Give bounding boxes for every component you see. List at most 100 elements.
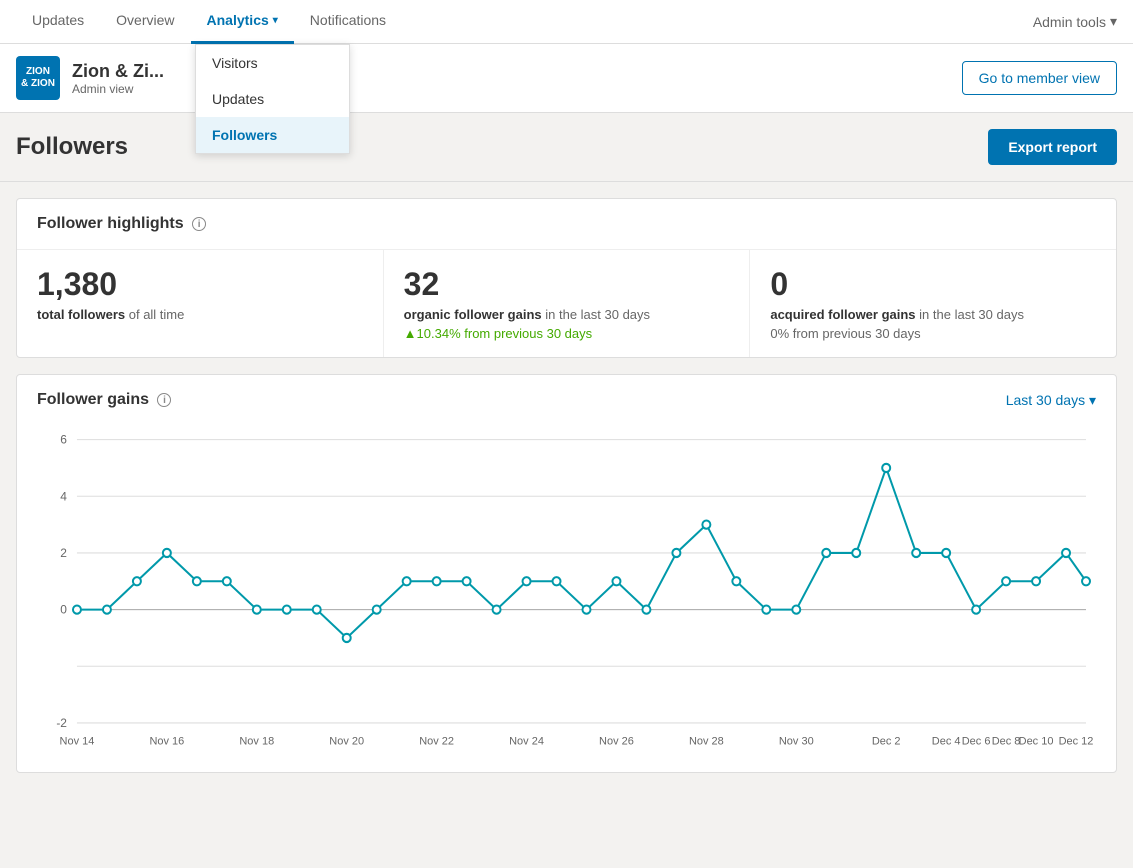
chart-filter-button[interactable]: Last 30 days ▾ (1006, 392, 1096, 409)
brand-info: Zion & Zi... Admin view (72, 61, 164, 96)
svg-text:Dec 6: Dec 6 (962, 735, 991, 747)
brand-bar: ZION & ZION Zion & Zi... Admin view Go t… (0, 44, 1133, 113)
acquired-gains-rest: in the last 30 days (916, 307, 1024, 322)
nav-analytics-label: Analytics (207, 12, 269, 28)
total-followers-item: 1,380 total followers of all time (17, 250, 384, 357)
data-point (283, 605, 291, 613)
acquired-gains-label: acquired follower gains in the last 30 d… (770, 307, 1096, 322)
data-point (732, 577, 740, 585)
data-point (313, 605, 321, 613)
analytics-dropdown-arrow: ▾ (273, 15, 278, 26)
data-point (912, 549, 920, 557)
data-point (343, 634, 351, 642)
acquired-gains-number: 0 (770, 266, 1096, 303)
nav-analytics[interactable]: Analytics ▾ (191, 0, 294, 44)
brand-logo: ZION & ZION (16, 56, 60, 100)
data-point (1062, 549, 1070, 557)
total-followers-bold: total followers (37, 307, 125, 322)
total-followers-rest: of all time (125, 307, 184, 322)
svg-text:6: 6 (60, 433, 67, 447)
data-point (73, 605, 81, 613)
data-point (762, 605, 770, 613)
member-view-button[interactable]: Go to member view (962, 61, 1117, 95)
admin-tools-label: Admin tools (1033, 14, 1106, 30)
data-point (553, 577, 561, 585)
data-point (1032, 577, 1040, 585)
nav-updates[interactable]: Updates (16, 0, 100, 44)
svg-text:Nov 16: Nov 16 (149, 735, 184, 747)
total-followers-label: total followers of all time (37, 307, 363, 322)
svg-text:Nov 24: Nov 24 (509, 735, 544, 747)
data-point (133, 577, 141, 585)
brand-sub: Admin view (72, 82, 164, 96)
svg-text:Nov 28: Nov 28 (689, 735, 724, 747)
chart-container: 6 4 2 0 -2 (17, 409, 1116, 772)
organic-gains-item: 32 organic follower gains in the last 30… (384, 250, 751, 357)
data-point (373, 605, 381, 613)
data-point (972, 605, 980, 613)
organic-gains-number: 32 (404, 266, 730, 303)
chart-filter-arrow: ▾ (1089, 392, 1096, 408)
follower-highlights-header: Follower highlights i (17, 199, 1116, 250)
top-navigation: Updates Overview Analytics ▾ Notificatio… (0, 0, 1133, 44)
organic-gains-label: organic follower gains in the last 30 da… (404, 307, 730, 322)
data-point (403, 577, 411, 585)
organic-gains-change: ▲10.34% from previous 30 days (404, 326, 730, 341)
organic-gains-pct: 10.34% (417, 326, 461, 341)
acquired-gains-change: 0% from previous 30 days (770, 326, 1096, 341)
nav-notifications[interactable]: Notifications (294, 0, 402, 44)
highlights-grid: 1,380 total followers of all time 32 org… (17, 250, 1116, 357)
data-point (1002, 577, 1010, 585)
svg-text:Dec 10: Dec 10 (1019, 735, 1054, 747)
data-point (193, 577, 201, 585)
follower-gains-card: Follower gains i Last 30 days ▾ 6 4 2 (16, 374, 1117, 773)
data-point (882, 464, 890, 472)
data-point (433, 577, 441, 585)
acquired-gains-item: 0 acquired follower gains in the last 30… (750, 250, 1116, 357)
data-point (642, 605, 650, 613)
svg-text:Dec 4: Dec 4 (932, 735, 961, 747)
svg-text:Dec 12: Dec 12 (1059, 735, 1094, 747)
svg-text:Nov 20: Nov 20 (329, 735, 364, 747)
svg-text:Nov 18: Nov 18 (239, 735, 274, 747)
chart-title-text: Follower gains (37, 391, 149, 408)
organic-gains-arrow: ▲ (404, 326, 417, 341)
brand-left: ZION & ZION Zion & Zi... Admin view (16, 56, 164, 100)
chart-info-icon[interactable]: i (157, 393, 171, 407)
acquired-gains-bold: acquired follower gains (770, 307, 915, 322)
nav-overview[interactable]: Overview (100, 0, 190, 44)
follower-highlights-title: Follower highlights (37, 215, 184, 232)
brand-name: Zion & Zi... (72, 61, 164, 82)
svg-text:4: 4 (60, 489, 67, 503)
organic-gains-rest: in the last 30 days (542, 307, 650, 322)
data-point (1082, 577, 1090, 585)
chart-title: Follower gains i (37, 391, 171, 409)
chart-header: Follower gains i Last 30 days ▾ (17, 375, 1116, 409)
data-point (103, 605, 111, 613)
data-point (672, 549, 680, 557)
admin-tools-arrow: ▾ (1110, 13, 1117, 30)
svg-text:Nov 26: Nov 26 (599, 735, 634, 747)
main-content: Follower highlights i 1,380 total follow… (0, 182, 1133, 805)
organic-gains-change-rest: from previous 30 days (461, 326, 593, 341)
follower-highlights-info-icon[interactable]: i (192, 217, 206, 231)
data-point (792, 605, 800, 613)
dropdown-followers[interactable]: Followers (196, 117, 349, 153)
organic-gains-bold: organic follower gains (404, 307, 542, 322)
export-report-button[interactable]: Export report (988, 129, 1117, 165)
svg-text:Nov 30: Nov 30 (779, 735, 814, 747)
dropdown-visitors[interactable]: Visitors (196, 45, 349, 81)
data-point (223, 577, 231, 585)
data-point (523, 577, 531, 585)
page-header: Followers Export report (0, 113, 1133, 182)
data-point (163, 549, 171, 557)
analytics-dropdown-menu: Visitors Updates Followers (195, 44, 350, 154)
dropdown-updates[interactable]: Updates (196, 81, 349, 117)
data-point (253, 605, 261, 613)
data-point (702, 520, 710, 528)
svg-text:Dec 8: Dec 8 (992, 735, 1021, 747)
admin-tools[interactable]: Admin tools ▾ (1033, 13, 1117, 30)
logo-line2: & ZION (21, 78, 55, 90)
data-point (942, 549, 950, 557)
svg-text:Nov 14: Nov 14 (60, 735, 95, 747)
